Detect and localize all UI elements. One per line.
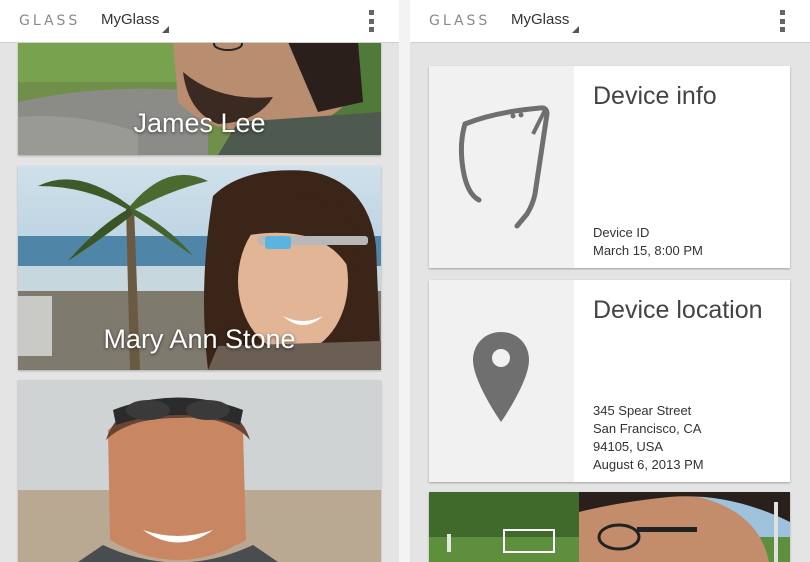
- glass-logo: GLASS: [19, 13, 81, 29]
- location-timestamp: August 6, 2013 PM: [593, 457, 704, 472]
- contact-card[interactable]: [18, 380, 381, 562]
- address-street: 345 Spear Street: [593, 403, 692, 418]
- overflow-menu-icon[interactable]: [780, 10, 786, 32]
- overflow-menu-icon[interactable]: [369, 10, 375, 32]
- photo-card[interactable]: [429, 492, 790, 562]
- spinner-indicator-icon: [572, 26, 579, 33]
- address-zip: 94105, USA: [593, 439, 664, 454]
- card-title: Device location: [593, 296, 763, 324]
- location-icon-pane: [429, 280, 574, 482]
- spinner-indicator-icon: [162, 26, 169, 33]
- contact-card-mary-ann-stone[interactable]: Mary Ann Stone: [18, 166, 381, 370]
- app-bar: GLASS MyGlass: [410, 0, 810, 43]
- device-id-label: Device ID: [593, 225, 650, 240]
- location-pin-icon: [473, 332, 529, 422]
- contact-photo: [18, 380, 381, 562]
- device-icon-pane: [429, 66, 574, 268]
- glass-device-icon: [458, 105, 550, 229]
- glass-logo: GLASS: [429, 13, 491, 29]
- device-info-card[interactable]: Device info Device ID March 15, 8:00 PM: [429, 66, 790, 268]
- glass-photo: [429, 492, 790, 562]
- contact-name: James Lee: [133, 108, 266, 138]
- contact-card-james-lee[interactable]: James Lee: [18, 42, 381, 155]
- contact-name: Mary Ann Stone: [103, 324, 296, 354]
- device-location-card[interactable]: Device location 345 Spear Street San Fra…: [429, 280, 790, 482]
- device-info-details: Device ID March 15, 8:00 PM: [593, 224, 703, 260]
- left-screen: GLASS MyGlass James Lee Mary Ann Stone: [0, 0, 399, 562]
- device-location-details: 345 Spear Street San Francisco, CA 94105…: [593, 402, 704, 474]
- app-bar: GLASS MyGlass: [0, 0, 399, 43]
- app-title-spinner[interactable]: MyGlass: [511, 11, 569, 28]
- right-screen: GLASS MyGlass Device info Device ID Marc…: [410, 0, 810, 562]
- card-title: Device info: [593, 82, 717, 110]
- app-title-spinner[interactable]: MyGlass: [101, 11, 159, 28]
- address-city: San Francisco, CA: [593, 421, 702, 436]
- device-timestamp: March 15, 8:00 PM: [593, 243, 703, 258]
- screen-divider: [399, 0, 410, 562]
